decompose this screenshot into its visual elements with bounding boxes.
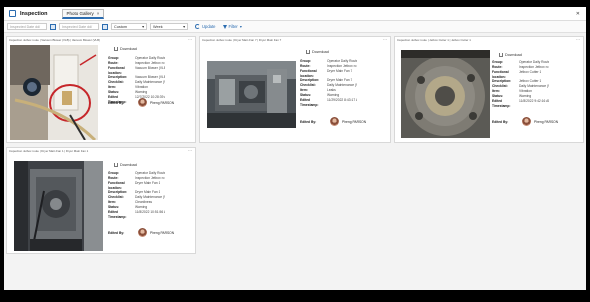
edited-timestamp-value: 11/29/2022 8:43:17 AM	[327, 97, 357, 102]
edited-by-value: Pheng PARSON	[534, 119, 559, 124]
functional-location-value: Dryer Main Fan 1	[135, 180, 161, 185]
card-header: Inspection Jetbox route | Vacuum Blower …	[9, 38, 101, 42]
range-select-value: Custom	[114, 24, 128, 29]
functional-location-value: Vacuum Blower (VLB)	[135, 65, 165, 70]
period-select-value: Week	[153, 24, 163, 29]
photo-vacuum-blower	[10, 45, 98, 140]
inspection-photo[interactable]	[401, 50, 490, 138]
download-button[interactable]: Download	[114, 47, 137, 51]
functional-location-label: Functional location:	[492, 69, 509, 79]
update-button[interactable]: Update	[195, 24, 216, 29]
update-label: Update	[202, 24, 216, 29]
download-icon	[499, 53, 503, 57]
inspection-photo[interactable]	[10, 45, 98, 140]
date-from-input[interactable]: Inspected Date dd/	[7, 23, 47, 30]
window-close-icon[interactable]: ✕	[576, 11, 580, 17]
avatar	[138, 228, 147, 237]
period-select[interactable]: Week ▾	[150, 23, 188, 30]
tab-photo-gallery[interactable]: Photo Gallery ×	[61, 8, 105, 19]
photo-card: Inspection Jetbox route | Dryer Main Fan…	[6, 147, 196, 254]
functional-location-value: Jetbox Cutter 1	[519, 69, 542, 74]
inspection-photo[interactable]	[14, 161, 103, 251]
functional-location-label: Functional location:	[108, 180, 125, 190]
download-button[interactable]: Download	[499, 53, 522, 57]
calendar-icon[interactable]	[102, 23, 108, 30]
avatar	[330, 117, 339, 126]
photo-card: Inspection Jetbox route | Dryer Main Fan…	[199, 36, 391, 143]
date-to-input[interactable]: Inspected Date dd/	[59, 23, 99, 30]
range-select[interactable]: Custom ▾	[111, 23, 147, 30]
avatar	[138, 98, 147, 107]
more-icon[interactable]: ⋯	[188, 37, 192, 42]
download-label: Download	[312, 50, 329, 54]
photo-card: Inspection Jetbox route | Vacuum Blower …	[6, 36, 196, 143]
download-label: Download	[120, 47, 137, 51]
edited-timestamp-label: Edited Timestamp:	[300, 97, 319, 107]
edited-by-label: Edited By:	[108, 100, 125, 105]
edited-timestamp-label: Edited Timestamp:	[492, 98, 511, 108]
edited-timestamp-value: 11/8/2022 10:51:56 AM	[135, 209, 165, 214]
properties-list: Group: Operator Daily Route Route: Inspect…	[492, 60, 549, 108]
download-button[interactable]: Download	[114, 163, 137, 167]
more-icon[interactable]: ⋯	[383, 37, 387, 42]
tab-label: Photo Gallery	[66, 10, 94, 16]
app-icon	[9, 10, 16, 17]
screen-bezel-left	[0, 0, 4, 302]
inspection-photo[interactable]	[207, 61, 296, 128]
edited-by: Edited By: Pheng PARSON	[300, 117, 366, 126]
photo-jetbox-cutter	[401, 50, 490, 138]
more-icon[interactable]: ⋯	[576, 37, 580, 42]
edited-by: Edited By: Pheng PARSON	[108, 98, 174, 107]
edited-by: Edited By: Pheng PARSON	[492, 117, 558, 126]
app-title: Inspection	[20, 10, 48, 17]
filter-button[interactable]: Filter ▾	[222, 24, 242, 29]
more-icon[interactable]: ⋯	[188, 148, 192, 153]
properties-list: Group: Operator Daily Route Route: Inspect…	[108, 171, 165, 219]
download-icon	[114, 47, 118, 51]
edited-by-value: Pheng PARSON	[150, 100, 175, 105]
download-button[interactable]: Download	[306, 50, 329, 54]
download-label: Download	[505, 53, 522, 57]
edited-timestamp-value: 11/8/2022 9:42:16 AM	[519, 98, 549, 103]
screen-bezel-right	[586, 0, 590, 302]
tab-close-icon[interactable]: ×	[97, 11, 100, 16]
photo-dryer-main-fan	[207, 61, 296, 128]
card-header: Inspection Jetbox route | Jetbox Cutter …	[397, 38, 471, 42]
edited-by-label: Edited By:	[300, 119, 317, 124]
photo-card: Inspection Jetbox route | Jetbox Cutter …	[394, 36, 584, 143]
toolbar: Inspected Date dd/ Inspected Date dd/ Cu…	[4, 21, 586, 33]
download-icon	[306, 50, 310, 54]
refresh-icon	[195, 24, 200, 29]
download-icon	[114, 163, 118, 167]
edited-by-value: Pheng PARSON	[342, 119, 367, 124]
filter-label: Filter	[228, 24, 238, 29]
functional-location-value: Dryer Main Fan 7	[327, 68, 353, 73]
edited-by-label: Edited By:	[108, 230, 125, 235]
functional-location-label: Functional location:	[300, 68, 317, 78]
edited-by: Edited By: Pheng PARSON	[108, 228, 174, 237]
photo-dryer-main-fan	[14, 161, 103, 251]
edited-by-value: Pheng PARSON	[150, 230, 175, 235]
app-window: Inspection Photo Gallery × ✕ Inspected D…	[0, 0, 590, 302]
card-header: Inspection Jetbox route | Dryer Main Fan…	[9, 149, 89, 153]
edited-by-label: Edited By:	[492, 119, 509, 124]
filter-icon	[222, 24, 227, 29]
title-bar: Inspection Photo Gallery × ✕	[4, 7, 586, 21]
card-header: Inspection Jetbox route | Dryer Main Fan…	[202, 38, 282, 42]
screen-bezel-top	[0, 0, 590, 7]
chevron-down-icon: ▾	[142, 25, 144, 29]
properties-list: Group: Operator Daily Route Route: Inspect…	[300, 59, 357, 107]
avatar	[522, 117, 531, 126]
calendar-icon[interactable]	[50, 23, 56, 30]
screen-bezel-bottom	[0, 290, 590, 302]
chevron-down-icon: ▾	[183, 25, 185, 29]
edited-timestamp-label: Edited Timestamp:	[108, 209, 127, 219]
download-label: Download	[120, 163, 137, 167]
chevron-down-icon: ▾	[239, 24, 242, 29]
functional-location-label: Functional location:	[108, 65, 125, 75]
